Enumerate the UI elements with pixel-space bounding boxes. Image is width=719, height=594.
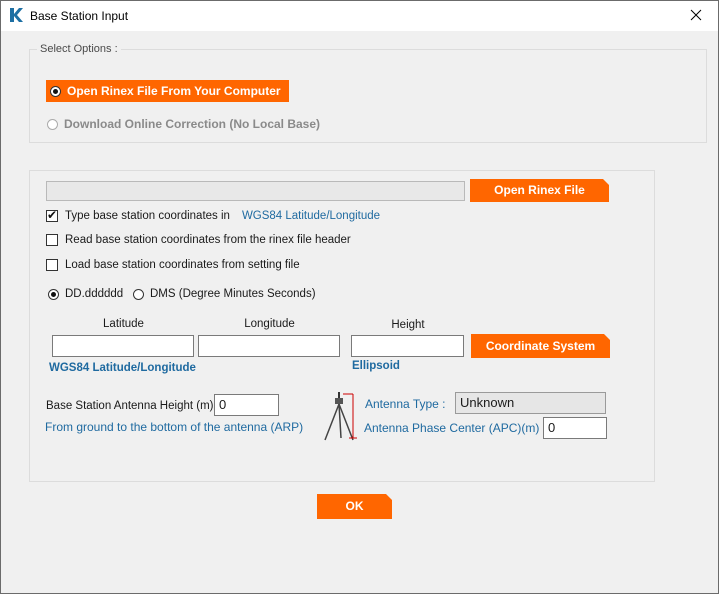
coordinate-system-button[interactable]: Coordinate System [471, 334, 610, 358]
radio-open-rinex-indicator[interactable] [50, 85, 61, 97]
load-setting-row[interactable]: Load base station coordinates from setti… [46, 257, 300, 273]
height-label: Height [391, 319, 425, 331]
height-input[interactable] [351, 335, 464, 357]
antenna-height-hint: From ground to the bottom of the antenna… [45, 420, 304, 434]
antenna-type-field[interactable]: Unknown [455, 392, 606, 414]
radio-dms-label: DMS (Degree Minutes Seconds) [150, 288, 316, 300]
type-coords-system-link[interactable]: WGS84 Latitude/Longitude [242, 210, 380, 222]
antenna-type-label: Antenna Type : [365, 397, 446, 411]
coordinate-system-caption: WGS84 Latitude/Longitude [49, 362, 196, 374]
app-logo-icon [8, 7, 24, 23]
ok-button[interactable]: OK [317, 494, 392, 519]
radio-dms-indicator[interactable] [133, 288, 144, 300]
radio-dms[interactable]: DMS (Degree Minutes Seconds) [133, 285, 316, 303]
checkmark-icon: ✔ [47, 208, 58, 222]
select-options-legend: Select Options : [37, 43, 121, 55]
radio-dd-label: DD.dddddd [65, 288, 124, 300]
open-rinex-file-button[interactable]: Open Rinex File [470, 179, 609, 202]
dialog-body: Select Options : Open Rinex File From Yo… [1, 31, 718, 593]
load-setting-checkbox[interactable] [46, 259, 58, 271]
type-coords-checkbox[interactable]: ✔ [46, 208, 58, 222]
read-header-row[interactable]: Read base station coordinates from the r… [46, 232, 351, 248]
read-header-checkbox[interactable] [46, 234, 58, 246]
window-title: Base Station Input [30, 9, 129, 23]
latitude-label: Latitude [103, 318, 144, 330]
longitude-label: Longitude [244, 318, 295, 330]
antenna-height-label: Base Station Antenna Height (m) [46, 400, 214, 412]
type-coords-row[interactable]: ✔ Type base station coordinates in WGS84… [46, 208, 380, 224]
radio-download-online-indicator[interactable] [47, 118, 58, 130]
radio-download-online[interactable]: Download Online Correction (No Local Bas… [47, 115, 320, 133]
title-bar: Base Station Input [0, 0, 719, 31]
radio-open-rinex[interactable]: Open Rinex File From Your Computer [46, 80, 289, 102]
antenna-height-input[interactable]: 0 [214, 394, 279, 416]
radio-download-online-label: Download Online Correction (No Local Bas… [64, 117, 321, 131]
rinex-path-field[interactable] [46, 181, 465, 201]
type-coords-label: Type base station coordinates in [65, 210, 230, 222]
radio-dd-indicator[interactable] [48, 288, 59, 300]
radio-open-rinex-label: Open Rinex File From Your Computer [67, 84, 281, 98]
height-caption: Ellipsoid [352, 360, 400, 372]
load-setting-label: Load base station coordinates from setti… [65, 259, 300, 271]
longitude-input[interactable] [198, 335, 340, 357]
latitude-input[interactable] [52, 335, 194, 357]
radio-dd[interactable]: DD.dddddd [48, 285, 123, 303]
close-icon[interactable] [673, 0, 719, 31]
apc-input[interactable]: 0 [543, 417, 607, 439]
read-header-label: Read base station coordinates from the r… [65, 234, 351, 246]
apc-label: Antenna Phase Center (APC)(m) [364, 421, 540, 435]
tripod-antenna-icon [324, 392, 357, 441]
